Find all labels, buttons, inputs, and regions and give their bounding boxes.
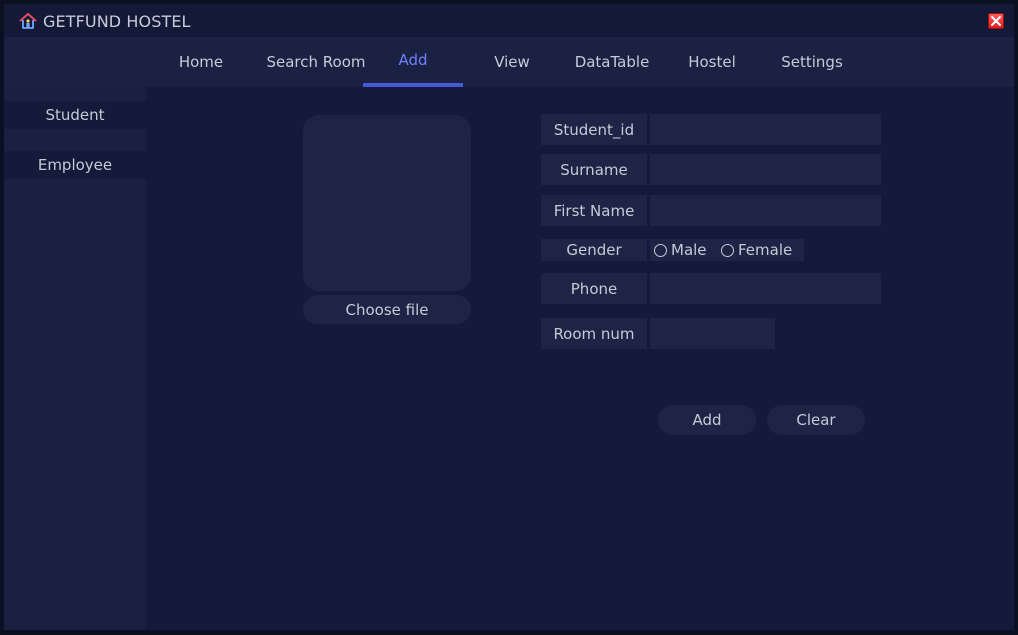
first-name-label: First Name <box>541 195 647 226</box>
close-icon <box>991 16 1001 26</box>
tab-search-room[interactable]: Search Room <box>256 37 376 87</box>
tab-add[interactable]: Add <box>363 37 463 87</box>
gender-label: Gender <box>541 239 647 261</box>
clear-button[interactable]: Clear <box>767 405 865 435</box>
title-bar: GETFUND HOSTEL <box>4 4 1014 37</box>
tab-home[interactable]: Home <box>156 37 246 87</box>
gender-female-option[interactable]: Female <box>721 240 792 260</box>
radio-button-icon <box>721 243 734 257</box>
add-button[interactable]: Add <box>658 405 756 435</box>
gender-male-label: Male <box>671 241 707 259</box>
student-id-label: Student_id <box>541 114 647 145</box>
house-icon <box>18 12 38 30</box>
top-navigation: Home Search Room Add View DataTable Host… <box>4 37 1014 87</box>
tab-hostel[interactable]: Hostel <box>664 37 760 87</box>
close-button[interactable] <box>988 13 1004 29</box>
gender-radio-group: Male Female <box>650 239 804 261</box>
room-num-label: Room num <box>541 318 647 349</box>
sidebar: Student Employee <box>4 87 146 630</box>
choose-file-button[interactable]: Choose file <box>303 295 471 324</box>
room-num-input[interactable] <box>650 318 775 349</box>
surname-input[interactable] <box>650 154 881 185</box>
phone-label: Phone <box>541 273 647 304</box>
sidebar-item-student[interactable]: Student <box>4 101 146 129</box>
tab-datatable[interactable]: DataTable <box>564 37 660 87</box>
tab-settings[interactable]: Settings <box>764 37 860 87</box>
tab-view[interactable]: View <box>464 37 560 87</box>
gender-female-label: Female <box>738 241 793 259</box>
gender-male-option[interactable]: Male <box>654 240 707 260</box>
window-title: GETFUND HOSTEL <box>43 12 191 31</box>
phone-input[interactable] <box>650 273 881 304</box>
photo-preview <box>303 115 471 291</box>
radio-button-icon <box>654 243 667 257</box>
sidebar-item-employee[interactable]: Employee <box>4 151 146 179</box>
first-name-input[interactable] <box>650 195 881 226</box>
app-window: GETFUND HOSTEL Home Search Room Add View… <box>3 3 1015 631</box>
surname-label: Surname <box>541 154 647 185</box>
student-id-input[interactable] <box>650 114 881 145</box>
main-content: Choose file Student_id Surname First Nam… <box>146 87 1014 630</box>
